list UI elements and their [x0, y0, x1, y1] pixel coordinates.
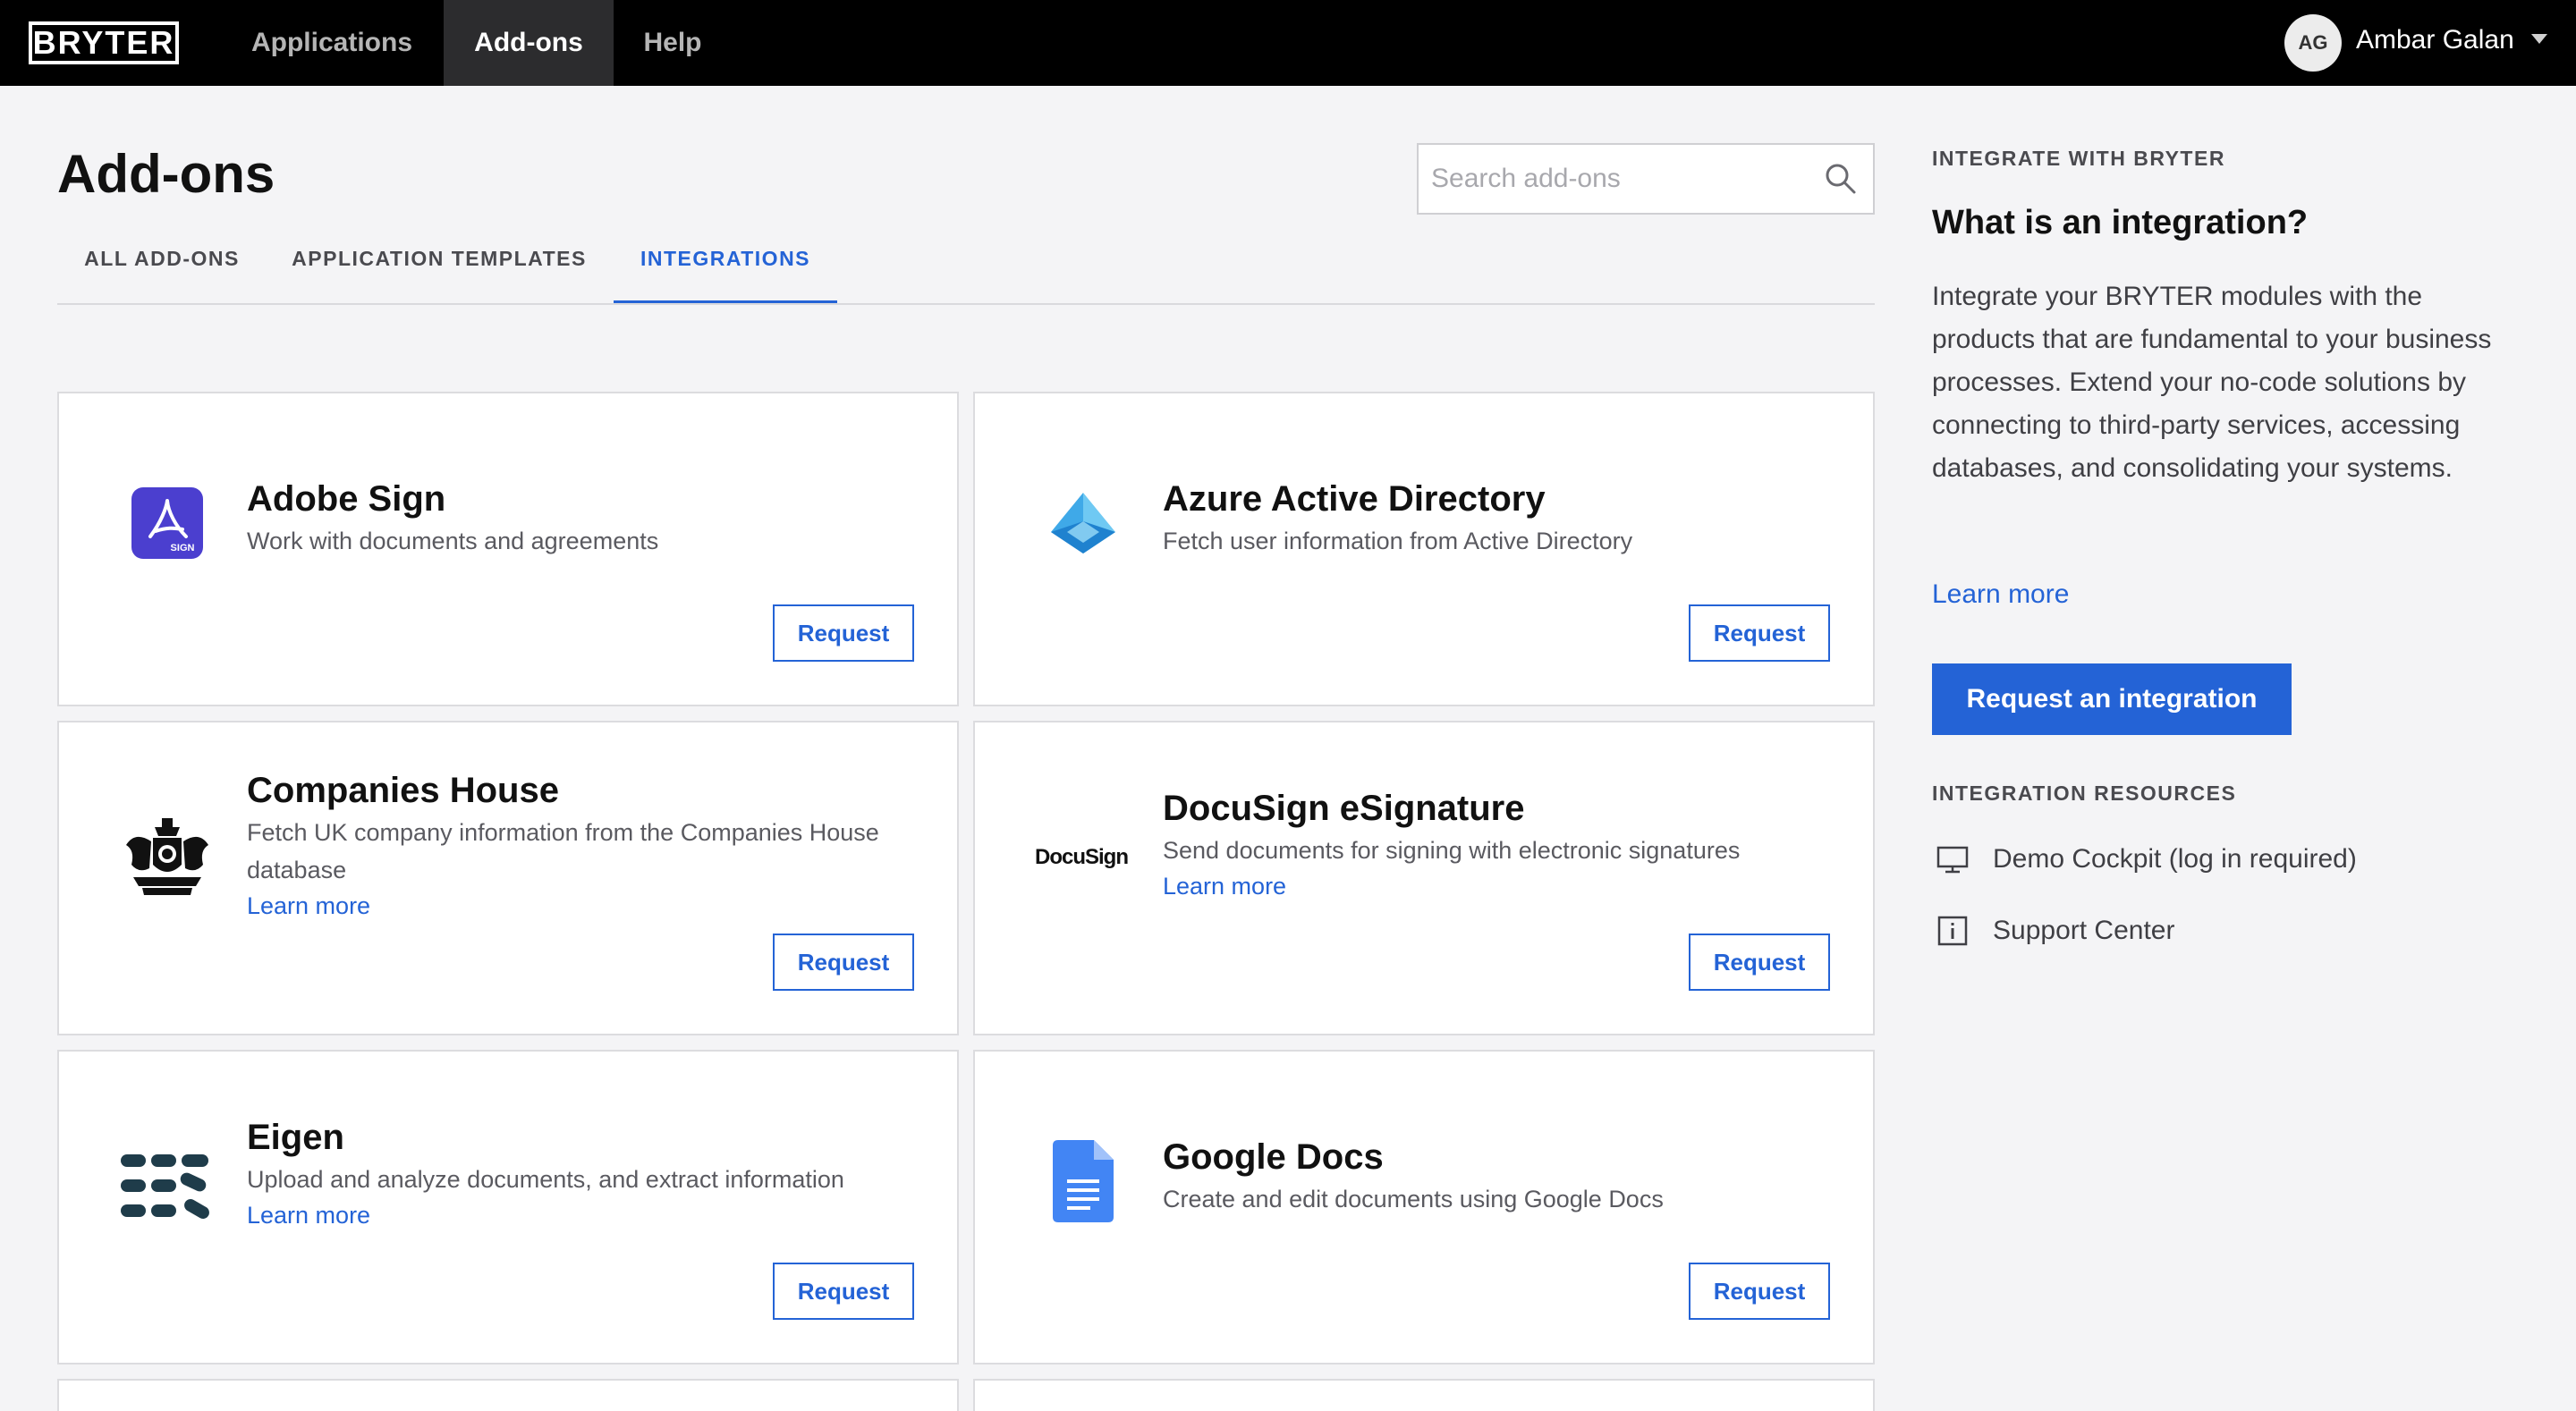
tab-integrations[interactable]: INTEGRATIONS — [614, 236, 837, 290]
card-description: Send documents for signing with electron… — [1163, 837, 1741, 864]
learn-more-link[interactable]: Learn more — [1163, 873, 1286, 900]
user-menu-caret-icon[interactable] — [2531, 34, 2547, 44]
request-integration-button[interactable]: Request an integration — [1932, 663, 2292, 735]
resource-label: Demo Cockpit (log in required) — [1993, 844, 2357, 874]
integration-heading: What is an integration? — [1932, 204, 2309, 241]
card-title: Companies House — [247, 771, 559, 810]
resource-support-center[interactable]: Support Center — [1936, 908, 2174, 953]
search-box — [1417, 143, 1875, 215]
integration-card-google-docs: Google Docs Create and edit documents us… — [973, 1050, 1875, 1365]
integration-card-azure-active-directory: Azure Active Directory Fetch user inform… — [973, 392, 1875, 706]
tabs-divider — [57, 303, 1875, 305]
integration-card-companies-house: Companies House Fetch UK company informa… — [57, 721, 959, 1035]
active-tab-indicator — [614, 300, 837, 303]
top-navigation-bar: BRYTER Applications Add-ons Help AG Amba… — [0, 0, 2576, 86]
nav-add-ons[interactable]: Add-ons — [444, 0, 614, 86]
integration-card-eigen: Eigen Upload and analyze documents, and … — [57, 1050, 959, 1365]
learn-more-link[interactable]: Learn more — [247, 1202, 370, 1229]
user-name[interactable]: Ambar Galan — [2356, 25, 2514, 55]
card-description: Create and edit documents using Google D… — [1163, 1186, 1664, 1212]
request-button-adobe-sign[interactable]: Request — [773, 604, 914, 662]
integrate-kicker: INTEGRATE WITH BRYTER — [1932, 147, 2225, 170]
card-title: Adobe Sign — [247, 479, 446, 519]
integration-card-partial — [973, 1379, 1875, 1411]
integration-description: Integrate your BRYTER modules with the p… — [1932, 282, 2492, 483]
eigen-bars-icon — [118, 1137, 216, 1236]
google-docs-icon — [1034, 1132, 1132, 1230]
info-icon — [1937, 916, 1968, 946]
nav-applications[interactable]: Applications — [233, 0, 431, 86]
resource-label: Support Center — [1993, 916, 2175, 945]
card-description: Upload and analyze documents, and extrac… — [247, 1166, 844, 1193]
royal-crest-icon — [118, 808, 216, 907]
resources-heading: INTEGRATION RESOURCES — [1932, 782, 2237, 805]
docusign-wordmark: DocuSign — [1014, 808, 1148, 907]
request-button-companies-house[interactable]: Request — [773, 934, 914, 991]
tab-application-templates[interactable]: APPLICATION TEMPLATES — [281, 236, 597, 290]
nav-help[interactable]: Help — [630, 0, 716, 86]
docusign-logo-text: DocuSign — [1035, 845, 1129, 869]
request-button-azure-active-directory[interactable]: Request — [1689, 604, 1830, 662]
integration-card-adobe-sign: SIGN Adobe Sign Work with documents and … — [57, 392, 959, 706]
card-description: Fetch user information from Active Direc… — [1163, 528, 1633, 554]
bryter-logo[interactable]: BRYTER — [29, 21, 179, 64]
user-avatar[interactable]: AG — [2284, 14, 2342, 72]
tab-all-add-ons[interactable]: ALL ADD-ONS — [57, 236, 267, 290]
sidebar-learn-more-link[interactable]: Learn more — [1932, 579, 2069, 610]
search-icon[interactable] — [1823, 161, 1859, 197]
integration-card-docusign-esignature: DocuSign DocuSign eSignature Send docume… — [973, 721, 1875, 1035]
request-button-docusign-esignature[interactable]: Request — [1689, 934, 1830, 991]
page-title: Add-ons — [57, 144, 275, 204]
adobe-sign-icon: SIGN — [118, 474, 216, 572]
search-input[interactable] — [1431, 157, 1807, 200]
card-title: Azure Active Directory — [1163, 479, 1546, 519]
azure-pyramid-icon — [1034, 474, 1132, 572]
svg-text:SIGN: SIGN — [171, 543, 195, 553]
request-button-eigen[interactable]: Request — [773, 1263, 914, 1320]
monitor-icon — [1936, 846, 1969, 874]
integration-card-partial — [57, 1379, 959, 1411]
resource-demo-cockpit[interactable]: Demo Cockpit (log in required) — [1936, 837, 2357, 882]
learn-more-link[interactable]: Learn more — [247, 892, 370, 920]
card-description: Work with documents and agreements — [247, 528, 659, 554]
card-description: Fetch UK company information from the Co… — [247, 819, 879, 883]
request-button-google-docs[interactable]: Request — [1689, 1263, 1830, 1320]
card-title: Eigen — [247, 1118, 344, 1157]
card-title: DocuSign eSignature — [1163, 789, 1525, 828]
card-title: Google Docs — [1163, 1137, 1384, 1177]
